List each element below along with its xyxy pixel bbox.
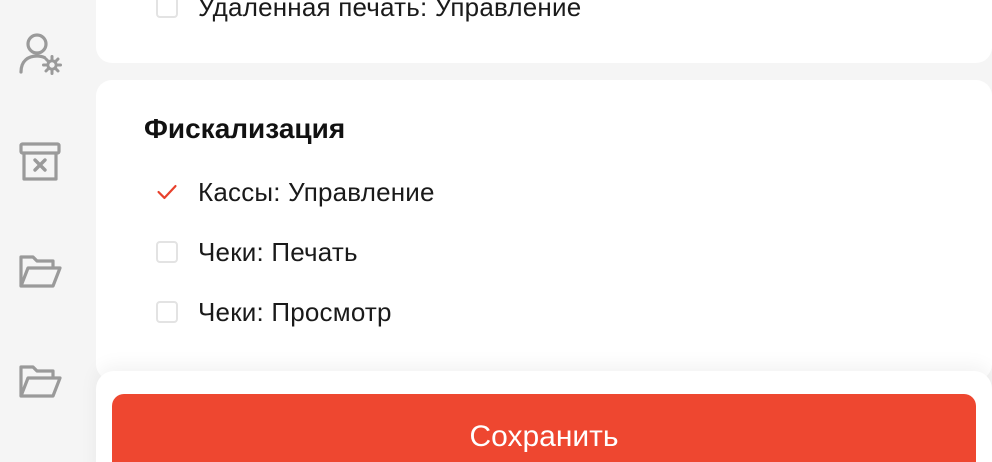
permission-group-card: Удаленная печать: Управление	[96, 0, 992, 63]
sidebar	[0, 0, 80, 462]
user-settings-icon	[19, 33, 62, 75]
checkbox[interactable]	[156, 301, 178, 323]
footer-bar: Сохранить	[96, 371, 992, 462]
sidebar-item-folder-1[interactable]	[17, 248, 63, 294]
permission-remote-print-manage[interactable]: Удаленная печать: Управление	[156, 0, 581, 22]
sidebar-item-folder-2[interactable]	[17, 358, 63, 404]
permissions-panel: Удаленная печать: Управление Фискализаци…	[96, 0, 992, 462]
folder-open-icon	[19, 255, 62, 288]
permission-receipts-view[interactable]: Чеки: Просмотр	[156, 297, 392, 327]
checkbox[interactable]	[156, 241, 178, 263]
save-button-label: Сохранить	[469, 420, 619, 453]
permission-cash-registers-manage[interactable]: Кассы: Управление	[156, 177, 435, 207]
folder-open-icon	[19, 365, 62, 398]
checkbox-checked[interactable]	[156, 181, 178, 203]
permission-label: Чеки: Просмотр	[198, 296, 392, 327]
permission-receipts-print[interactable]: Чеки: Печать	[156, 237, 358, 267]
save-button[interactable]: Сохранить	[112, 394, 976, 462]
permission-label: Чеки: Печать	[198, 236, 358, 267]
section-title: Фискализация	[144, 113, 346, 144]
permission-group-fiscalization: Фискализация Кассы: Управление Чеки: Печ…	[96, 80, 992, 380]
archive-delete-icon	[19, 142, 61, 181]
sidebar-item-archive[interactable]	[17, 139, 63, 185]
permission-label: Кассы: Управление	[198, 176, 435, 207]
permission-label: Удаленная печать: Управление	[198, 0, 582, 22]
checkbox[interactable]	[156, 0, 178, 18]
checkmark-icon	[157, 184, 177, 200]
sidebar-item-user-settings[interactable]	[17, 30, 63, 76]
app-root: Удаленная печать: Управление Фискализаци…	[0, 0, 992, 462]
